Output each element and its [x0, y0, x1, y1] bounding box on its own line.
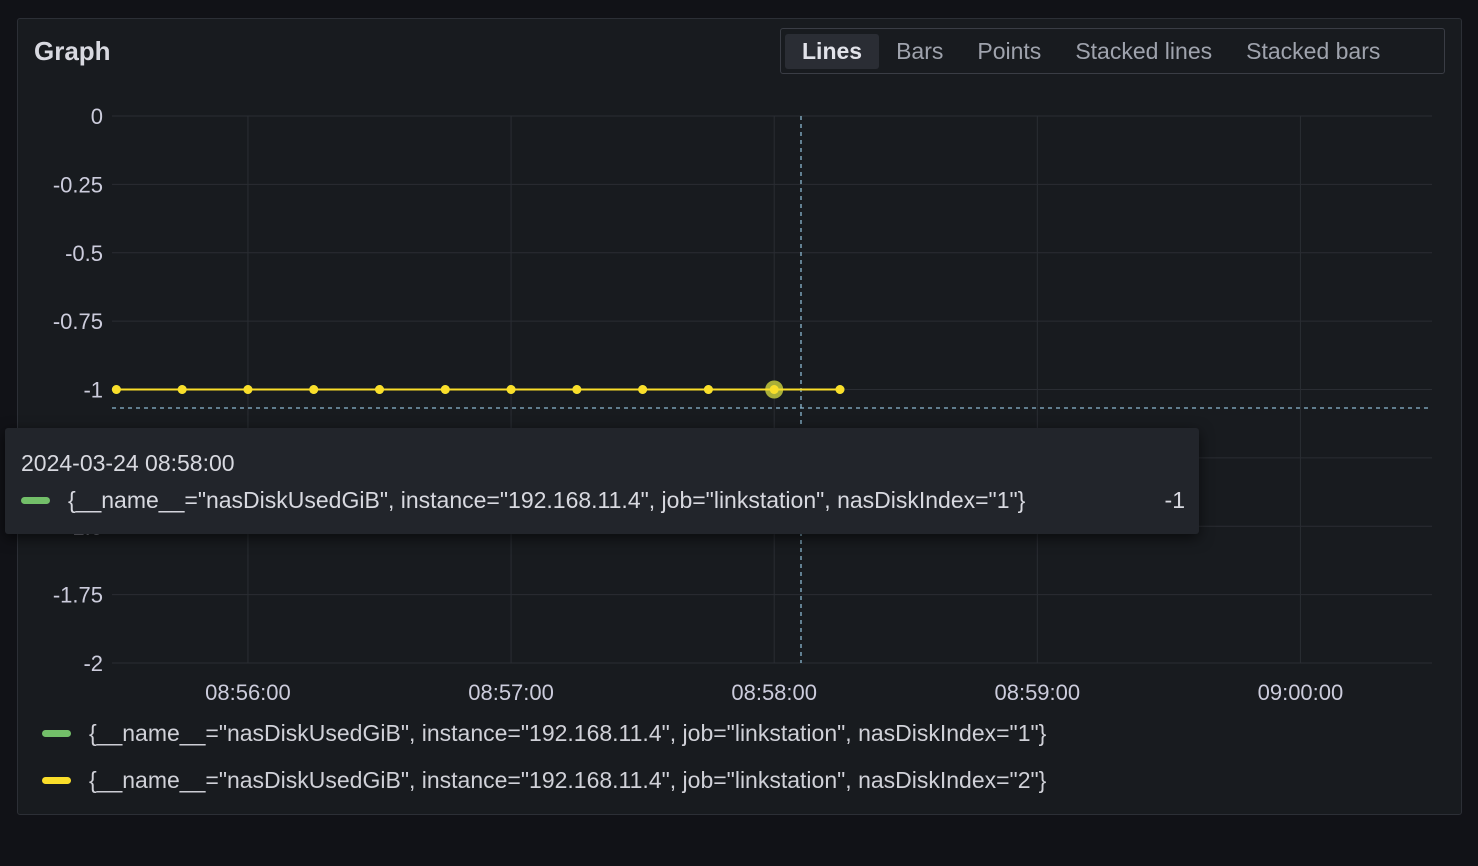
- data-point: [375, 385, 385, 394]
- data-point: [309, 385, 319, 394]
- x-tick-label: 08:56:00: [205, 680, 291, 705]
- data-point: [703, 385, 713, 394]
- tooltip-time: 2024-03-24 08:58:00: [21, 450, 235, 476]
- x-tick-label: 08:58:00: [731, 680, 817, 705]
- y-tick-label: -0.5: [65, 241, 103, 266]
- legend-label: {__name__="nasDiskUsedGiB", instance="19…: [89, 767, 1047, 793]
- y-tick-label: 0: [91, 104, 103, 129]
- hover-tooltip: 2024-03-24 08:58:00 {__name__="nasDiskUs…: [5, 428, 1199, 534]
- series-color-swatch: [42, 777, 71, 784]
- x-tick-label: 09:00:00: [1258, 680, 1344, 705]
- series-color-swatch: [21, 497, 50, 504]
- legend-label: {__name__="nasDiskUsedGiB", instance="19…: [89, 720, 1047, 746]
- data-point: [835, 385, 845, 394]
- data-point: [440, 385, 450, 394]
- tooltip-value: -1: [1164, 487, 1185, 513]
- legend-item-series-2[interactable]: {__name__="nasDiskUsedGiB", instance="19…: [42, 767, 1046, 794]
- y-tick-label: -2: [83, 651, 103, 676]
- data-point: [243, 385, 253, 394]
- y-tick-label: -0.25: [53, 172, 103, 197]
- data-point: [177, 385, 187, 394]
- tooltip-series-label: {__name__="nasDiskUsedGiB", instance="19…: [68, 487, 1026, 513]
- series-color-swatch: [42, 730, 71, 737]
- data-point: [572, 385, 582, 394]
- data-point: [638, 385, 648, 394]
- x-tick-label: 08:59:00: [994, 680, 1080, 705]
- y-tick-label: -0.75: [53, 309, 103, 334]
- tooltip-row: {__name__="nasDiskUsedGiB", instance="19…: [21, 487, 1185, 514]
- x-tick-label: 08:57:00: [468, 680, 554, 705]
- data-point: [506, 385, 516, 394]
- y-tick-label: -1: [83, 378, 103, 403]
- legend-item-series-1[interactable]: {__name__="nasDiskUsedGiB", instance="19…: [42, 720, 1046, 747]
- data-point: [769, 385, 779, 394]
- data-point: [111, 385, 121, 394]
- y-tick-label: -1.75: [53, 583, 103, 608]
